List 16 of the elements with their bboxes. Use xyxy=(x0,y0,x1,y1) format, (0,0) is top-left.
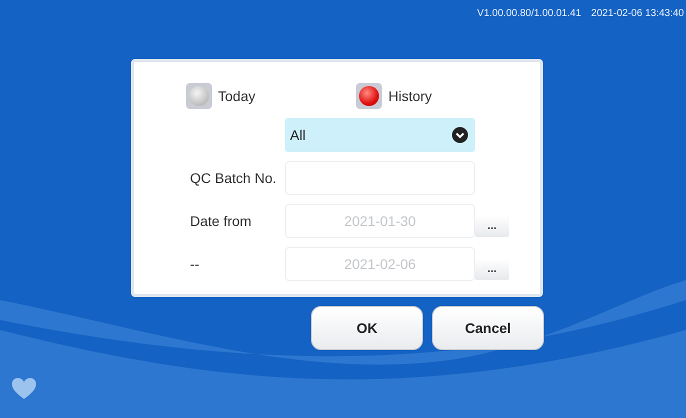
field-label: -- xyxy=(189,256,200,272)
date-time-text: 2021-02-06 13:43:40 xyxy=(591,8,684,21)
filter-dropdown[interactable]: All xyxy=(285,118,475,152)
version-text: V1.00.00.80/1.00.01.41 xyxy=(477,8,582,21)
date-picker-button[interactable]: ... xyxy=(475,258,509,280)
input-field[interactable]: 2021-01-30 xyxy=(285,204,475,238)
radio-button[interactable]: History xyxy=(356,83,432,109)
chevron-down-icon xyxy=(452,127,468,143)
input-field[interactable]: 2021-02-06 xyxy=(285,247,475,281)
heart-logo-icon xyxy=(12,378,36,400)
radio-button[interactable]: Today xyxy=(186,83,256,109)
ok-button[interactable]: OK xyxy=(311,306,423,350)
cancel-button[interactable]: Cancel xyxy=(432,306,544,350)
field-label: Date from xyxy=(189,213,252,229)
date-picker-button[interactable]: ... xyxy=(475,215,509,237)
field-label: QC Batch No. xyxy=(189,170,278,186)
